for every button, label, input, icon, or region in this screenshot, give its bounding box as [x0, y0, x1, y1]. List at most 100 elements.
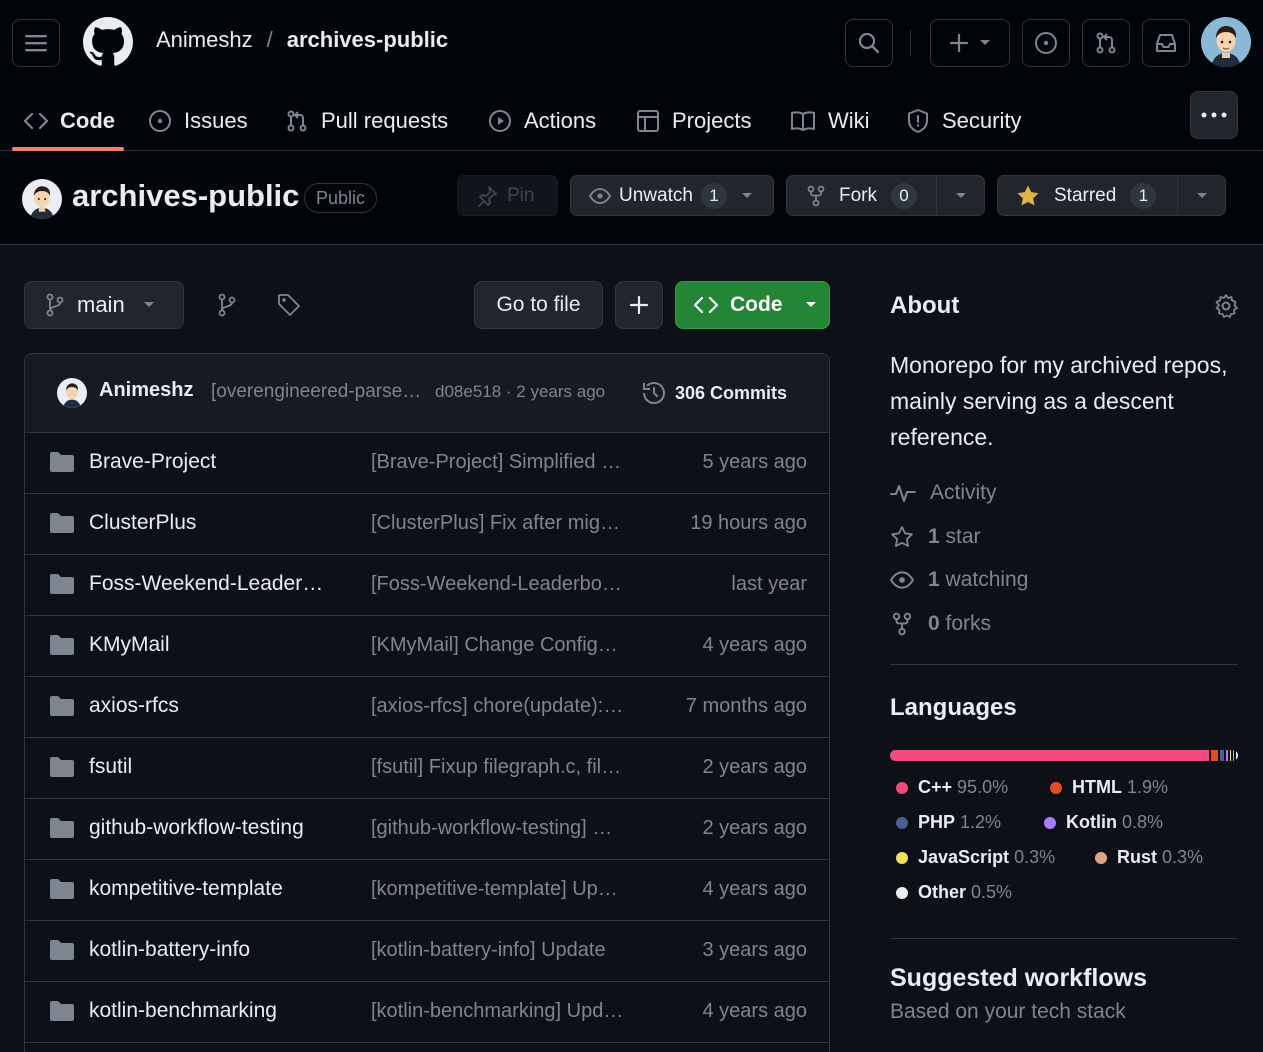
- owner-avatar[interactable]: [22, 179, 62, 219]
- github-logo-icon[interactable]: [83, 17, 133, 67]
- file-commit-message[interactable]: [Foss-Weekend-Leaderboard] Update: [371, 573, 626, 596]
- file-date: 3 years ago: [702, 939, 807, 961]
- fork-dropdown[interactable]: [936, 176, 984, 215]
- language-pct: 0.5%: [971, 882, 1013, 902]
- file-row[interactable]: axios-rfcs [axios-rfcs] chore(update): r…: [25, 677, 829, 738]
- create-new-button[interactable]: [930, 19, 1010, 67]
- tab-wiki[interactable]: Wiki: [790, 90, 870, 151]
- watchers-link[interactable]: 1 watching: [890, 568, 1028, 592]
- file-name[interactable]: KMyMail: [89, 633, 329, 657]
- language-item[interactable]: Other 0.5%: [896, 882, 1012, 903]
- file-row[interactable]: ClusterPlus [ClusterPlus] Fix after migr…: [25, 494, 829, 555]
- file-row[interactable]: Brave-Project [Brave-Project] Simplified…: [25, 433, 829, 494]
- language-item[interactable]: PHP 1.2%: [896, 812, 1001, 833]
- file-commit-message[interactable]: [axios-rfcs] chore(update): rfcs: [371, 695, 626, 718]
- file-name[interactable]: fsutil: [89, 755, 329, 779]
- branch-selector[interactable]: main: [24, 281, 184, 329]
- repo-header: archives-public Public Pin Unwatch 1 For…: [0, 151, 1263, 245]
- code-dropdown-button[interactable]: Code: [675, 281, 830, 329]
- tab-actions[interactable]: Actions: [488, 90, 596, 151]
- file-row[interactable]: kotlin-battery-info [kotlin-battery-info…: [25, 921, 829, 982]
- file-row[interactable]: fsutil [fsutil] Fixup filegraph.c, fileg…: [25, 738, 829, 799]
- language-item[interactable]: C++ 95.0%: [896, 777, 1008, 798]
- activity-link[interactable]: Activity: [890, 481, 997, 505]
- language-item[interactable]: JavaScript 0.3%: [896, 847, 1055, 868]
- file-date: 7 months ago: [685, 695, 807, 717]
- file-row[interactable]: github-workflow-testing [github-workflow…: [25, 799, 829, 860]
- file-name[interactable]: kotlin-benchmarking: [89, 999, 329, 1023]
- languages-heading: Languages: [890, 694, 1017, 721]
- menu-button[interactable]: [12, 19, 60, 67]
- branch-icon: [46, 293, 64, 317]
- tab-projects[interactable]: Projects: [636, 90, 751, 151]
- language-name: JavaScript: [918, 847, 1010, 867]
- add-file-button[interactable]: [615, 281, 663, 329]
- commit-message[interactable]: [overengineered-parser] ...: [211, 381, 423, 403]
- file-commit-message[interactable]: [github-workflow-testing] Update: [371, 817, 626, 840]
- inbox-button[interactable]: [1142, 19, 1190, 67]
- breadcrumb: Animeshz / archives-public: [156, 27, 448, 53]
- go-to-file-button[interactable]: Go to file: [474, 281, 603, 329]
- tab-issues[interactable]: Issues: [148, 90, 248, 151]
- file-commit-message[interactable]: [ClusterPlus] Fix after migration: [371, 512, 626, 535]
- pin-icon: [478, 185, 497, 207]
- about-heading: About: [890, 292, 960, 319]
- file-date: 19 hours ago: [690, 512, 807, 534]
- issues-button[interactable]: [1022, 19, 1070, 67]
- tab-code[interactable]: Code: [24, 90, 115, 151]
- language-pct: 0.3%: [1014, 847, 1056, 867]
- file-name[interactable]: github-workflow-testing: [89, 816, 329, 840]
- activity-label: Activity: [930, 481, 997, 504]
- file-commit-message[interactable]: [kompetitive-template] Update: [371, 878, 626, 901]
- language-name: Rust: [1117, 847, 1157, 867]
- repo-title[interactable]: archives-public: [72, 178, 299, 214]
- file-name[interactable]: Brave-Project: [89, 450, 329, 474]
- breadcrumb-repo[interactable]: archives-public: [287, 27, 448, 53]
- star-dropdown[interactable]: [1177, 176, 1225, 215]
- commit-author-avatar[interactable]: [57, 378, 87, 408]
- watch-button[interactable]: Unwatch 1: [570, 175, 774, 216]
- file-name[interactable]: kompetitive-template: [89, 877, 329, 901]
- more-tabs-button[interactable]: [1190, 91, 1238, 139]
- commit-author[interactable]: Animeshz: [99, 379, 193, 402]
- kebab-horizontal-icon: [1201, 112, 1227, 118]
- file-commit-message[interactable]: [kotlin-benchmarking] Update: [371, 1000, 626, 1023]
- commit-meta[interactable]: d08e518 · 2 years ago: [435, 382, 605, 402]
- pin-button[interactable]: Pin: [457, 175, 558, 216]
- file-row[interactable]: kotlin-benchmarking [kotlin-benchmarking…: [25, 982, 829, 1043]
- pull-request-icon: [1096, 32, 1116, 54]
- user-avatar[interactable]: [1201, 17, 1251, 67]
- tab-security[interactable]: Security: [906, 90, 1021, 151]
- tab-pull-requests[interactable]: Pull requests: [285, 90, 448, 151]
- branches-link[interactable]: [215, 293, 239, 317]
- folder-icon: [50, 635, 74, 655]
- file-commit-message[interactable]: [Brave-Project] Simplified build: [371, 451, 626, 474]
- star-button[interactable]: Starred 1: [997, 175, 1226, 216]
- file-row[interactable]: kompetitive-template [kompetitive-templa…: [25, 860, 829, 921]
- language-item[interactable]: Kotlin 0.8%: [1044, 812, 1163, 833]
- about-settings-button[interactable]: [1213, 293, 1239, 324]
- table-icon: [637, 109, 659, 132]
- language-dot: [896, 816, 908, 829]
- fork-button[interactable]: Fork 0: [786, 175, 985, 216]
- file-name[interactable]: kotlin-battery-info: [89, 938, 329, 962]
- file-commit-message[interactable]: [kotlin-battery-info] Update: [371, 939, 626, 962]
- file-name[interactable]: ClusterPlus: [89, 511, 329, 535]
- file-name[interactable]: Foss-Weekend-Leaderboard: [89, 572, 329, 596]
- file-name[interactable]: axios-rfcs: [89, 694, 329, 718]
- file-row[interactable]: KMyMail [KMyMail] Change Configuration 4…: [25, 616, 829, 677]
- forks-link[interactable]: 0 forks: [890, 612, 991, 636]
- language-name: Other: [918, 882, 967, 902]
- search-button[interactable]: [845, 19, 893, 67]
- breadcrumb-owner[interactable]: Animeshz: [156, 27, 253, 53]
- language-item[interactable]: Rust 0.3%: [1095, 847, 1203, 868]
- file-commit-message[interactable]: [KMyMail] Change Configuration: [371, 634, 626, 657]
- stars-link[interactable]: 1 star: [890, 525, 981, 549]
- pull-requests-button[interactable]: [1082, 19, 1130, 67]
- file-row[interactable]: Foss-Weekend-Leaderboard [Foss-Weekend-L…: [25, 555, 829, 616]
- tags-link[interactable]: [277, 293, 301, 317]
- language-pct: 1.9%: [1127, 777, 1169, 797]
- commits-link[interactable]: 306 Commits: [641, 380, 787, 406]
- language-item[interactable]: HTML 1.9%: [1050, 777, 1168, 798]
- file-commit-message[interactable]: [fsutil] Fixup filegraph.c, filegraph.h: [371, 756, 626, 779]
